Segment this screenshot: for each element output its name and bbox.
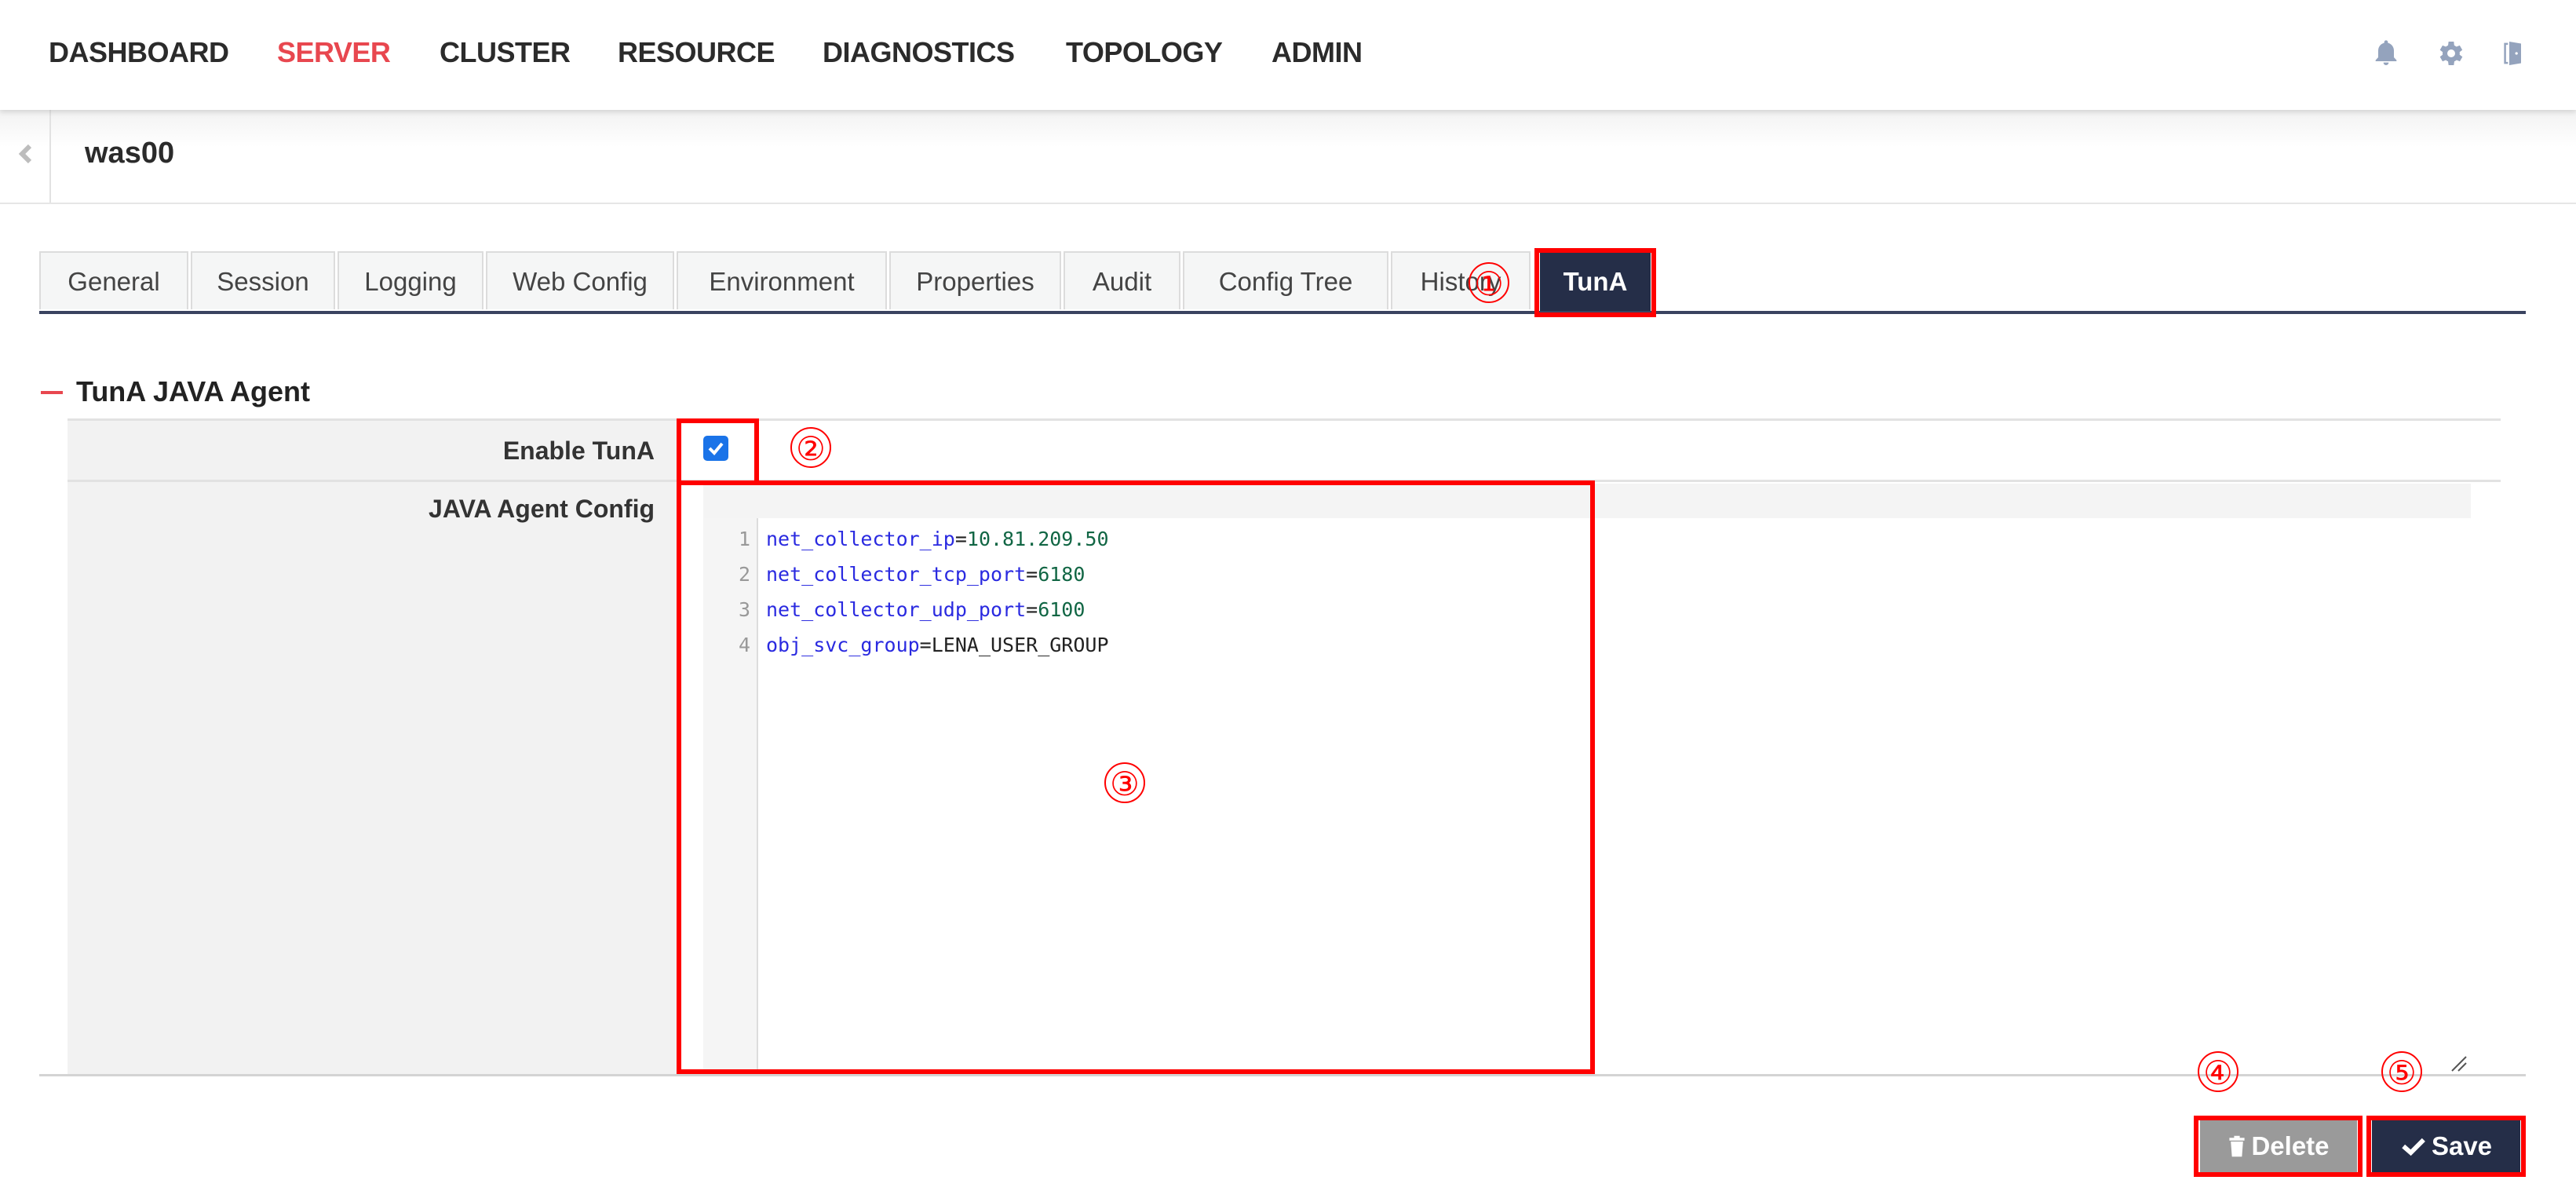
tab-properties[interactable]: Properties xyxy=(889,251,1061,309)
config-equals: = xyxy=(1026,598,1038,621)
chevron-left-icon[interactable] xyxy=(14,138,38,170)
tab-history[interactable]: History xyxy=(1391,251,1531,309)
nav-topology[interactable]: TOPOLOGY xyxy=(1066,36,1223,69)
editor-toolbar-band xyxy=(703,484,2471,518)
code-line[interactable]: net_collector_ip=10.81.209.50 xyxy=(766,528,1109,550)
check-icon xyxy=(2402,1138,2425,1156)
config-equals: = xyxy=(1026,563,1038,586)
tab-underline xyxy=(39,311,2526,314)
java-agent-config-editor[interactable]: 1 2 3 4 net_collector_ip=10.81.209.50 ne… xyxy=(703,518,2471,1072)
delete-label: Delete xyxy=(2251,1131,2330,1160)
delete-button[interactable]: Delete xyxy=(2200,1120,2357,1172)
enable-label-cell: Enable TunA xyxy=(68,421,677,480)
tab-tuna[interactable]: TunA xyxy=(1540,251,1651,311)
nav-server[interactable]: SERVER xyxy=(277,36,391,69)
section-title[interactable]: TunA JAVA Agent xyxy=(76,375,310,408)
enable-tuna-label: Enable TunA xyxy=(502,437,655,465)
line-number: 4 xyxy=(738,634,750,656)
enable-tuna-checkbox[interactable] xyxy=(703,436,728,461)
save-label: Save xyxy=(2431,1131,2493,1160)
resize-handle-icon[interactable] xyxy=(2449,1054,2468,1072)
line-number-gutter: 1 2 3 4 xyxy=(703,518,758,1072)
annotation-number-2: ② xyxy=(790,427,831,468)
bell-icon[interactable] xyxy=(2370,38,2402,69)
nav-dashboard[interactable]: DASHBOARD xyxy=(49,36,229,69)
nav-resource[interactable]: RESOURCE xyxy=(618,36,775,69)
line-number: 1 xyxy=(738,528,750,550)
top-nav: DASHBOARD SERVER CLUSTER RESOURCE DIAGNO… xyxy=(0,0,2576,110)
logout-door-icon[interactable] xyxy=(2498,38,2529,69)
code-line[interactable]: net_collector_udp_port=6100 xyxy=(766,598,1085,621)
tab-environment[interactable]: Environment xyxy=(677,251,887,309)
nav-diagnostics[interactable]: DIAGNOSTICS xyxy=(823,36,1015,69)
breadcrumb-divider xyxy=(49,110,51,203)
tab-audit[interactable]: Audit xyxy=(1064,251,1180,309)
config-value: LENA_USER_GROUP xyxy=(931,634,1109,656)
config-key: net_collector_ip xyxy=(766,528,955,550)
config-key: net_collector_udp_port xyxy=(766,598,1027,621)
config-value: 6180 xyxy=(1038,563,1085,586)
code-line[interactable]: obj_svc_group=LENA_USER_GROUP xyxy=(766,634,1109,656)
tab-logging[interactable]: Logging xyxy=(338,251,483,309)
minus-icon[interactable] xyxy=(41,391,63,394)
tab-web-config[interactable]: Web Config xyxy=(486,251,674,309)
config-value: 6100 xyxy=(1038,598,1085,621)
nav-cluster[interactable]: CLUSTER xyxy=(440,36,571,69)
line-number: 3 xyxy=(738,598,750,621)
tab-session[interactable]: Session xyxy=(191,251,335,309)
page-title: was00 xyxy=(85,137,175,170)
config-key: obj_svc_group xyxy=(766,634,920,656)
config-value: 10.81.209.50 xyxy=(966,528,1109,550)
code-line[interactable]: net_collector_tcp_port=6180 xyxy=(766,563,1085,586)
java-agent-config-label: JAVA Agent Config xyxy=(429,495,655,523)
breadcrumb: was00 xyxy=(0,110,2576,204)
tab-config-tree[interactable]: Config Tree xyxy=(1183,251,1388,309)
line-number: 2 xyxy=(738,563,750,586)
gear-icon[interactable] xyxy=(2436,38,2467,69)
config-equals: = xyxy=(919,634,932,656)
config-label-cell: JAVA Agent Config xyxy=(68,482,677,1075)
save-button[interactable]: Save xyxy=(2372,1120,2520,1172)
config-key: net_collector_tcp_port xyxy=(766,563,1027,586)
nav-admin[interactable]: ADMIN xyxy=(1272,36,1363,69)
trash-icon xyxy=(2229,1135,2246,1157)
tab-general[interactable]: General xyxy=(39,251,188,309)
config-equals: = xyxy=(954,528,967,550)
form-bottom-divider xyxy=(39,1074,2526,1076)
